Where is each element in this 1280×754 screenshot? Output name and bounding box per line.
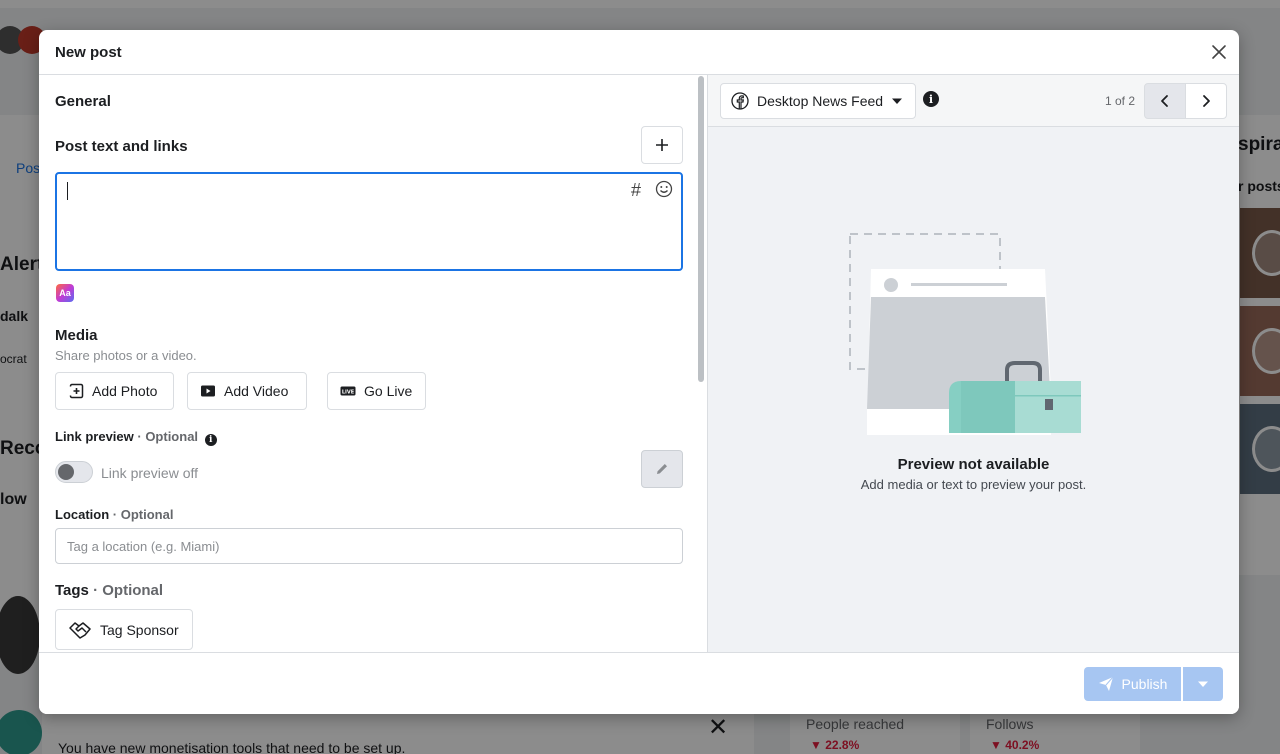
post-text-input[interactable]: # [55,172,683,271]
link-preview-toggle[interactable] [55,461,93,483]
location-input[interactable] [55,528,683,564]
new-post-dialog: New post General Post text and links # A… [39,30,1239,714]
dialog-title: New post [55,44,122,61]
video-icon [201,385,215,397]
go-live-button[interactable]: LIVE Go Live [327,372,426,410]
dialog-header: New post [39,30,1239,75]
add-photo-icon [69,383,84,399]
facebook-icon [731,92,749,110]
pencil-icon [657,464,667,474]
placement-label: Desktop News Feed [757,93,884,109]
toggle-knob [58,464,74,480]
preview-toolbar: Desktop News Feed i 1 of 2 [708,75,1239,127]
caret-down-icon [892,98,903,104]
media-heading: Media [55,327,98,344]
close-button[interactable] [1207,40,1231,64]
tag-sponsor-label: Tag Sponsor [100,621,179,638]
media-subtitle: Share photos or a video. [55,348,197,363]
empty-preview-illustration [849,233,1081,435]
info-icon[interactable]: i [204,434,217,446]
link-preview-toggle-label: Link preview off [101,465,199,481]
ai-text-generator-icon[interactable]: Aa [56,284,74,302]
close-icon [1212,45,1226,59]
publish-options-button[interactable] [1183,667,1223,701]
add-video-label: Add Video [224,383,289,399]
location-label: Location · Optional [55,507,174,522]
text-caret [67,182,68,200]
add-photo-button[interactable]: Add Photo [55,372,174,410]
preview-info-icon[interactable]: i [923,91,939,107]
handshake-icon [69,621,91,639]
edit-link-preview-button[interactable] [641,450,683,488]
post-text-heading: Post text and links [55,138,188,155]
placement-dropdown[interactable]: Desktop News Feed [720,83,916,119]
publish-label: Publish [1121,676,1168,692]
dialog-footer: Publish [39,652,1239,714]
live-icon: LIVE [340,386,356,396]
plus-icon [656,139,668,151]
chevron-right-icon [1203,95,1210,107]
svg-text:LIVE: LIVE [342,389,355,395]
form-scrollbar[interactable] [698,76,704,382]
add-text-variation-button[interactable] [641,126,683,164]
emoji-icon[interactable] [655,180,673,198]
caret-down-icon [1198,681,1208,687]
tags-heading: Tags · Optional [55,582,164,599]
tag-sponsor-button[interactable]: Tag Sponsor [55,609,193,650]
next-preview-button[interactable] [1185,83,1227,119]
preview-unavailable-title: Preview not available [897,456,1050,473]
add-video-button[interactable]: Add Video [187,372,307,410]
chevron-left-icon [1161,95,1168,107]
general-heading: General [55,93,111,110]
link-preview-label: Link preview · Optional i [55,429,217,446]
preview-pager-text: 1 of 2 [1105,94,1136,108]
publish-button[interactable]: Publish [1084,667,1181,701]
go-live-label: Go Live [364,383,413,399]
previous-preview-button[interactable] [1144,83,1186,119]
preview-pane: Desktop News Feed i 1 of 2 Preview not a… [708,75,1239,652]
add-photo-label: Add Photo [92,383,158,399]
hashtag-icon[interactable]: # [631,180,641,201]
post-form-pane[interactable]: General Post text and links # Aa Media S… [39,75,707,652]
preview-unavailable-subtitle: Add media or text to preview your post. [860,477,1087,492]
send-icon [1098,676,1113,691]
